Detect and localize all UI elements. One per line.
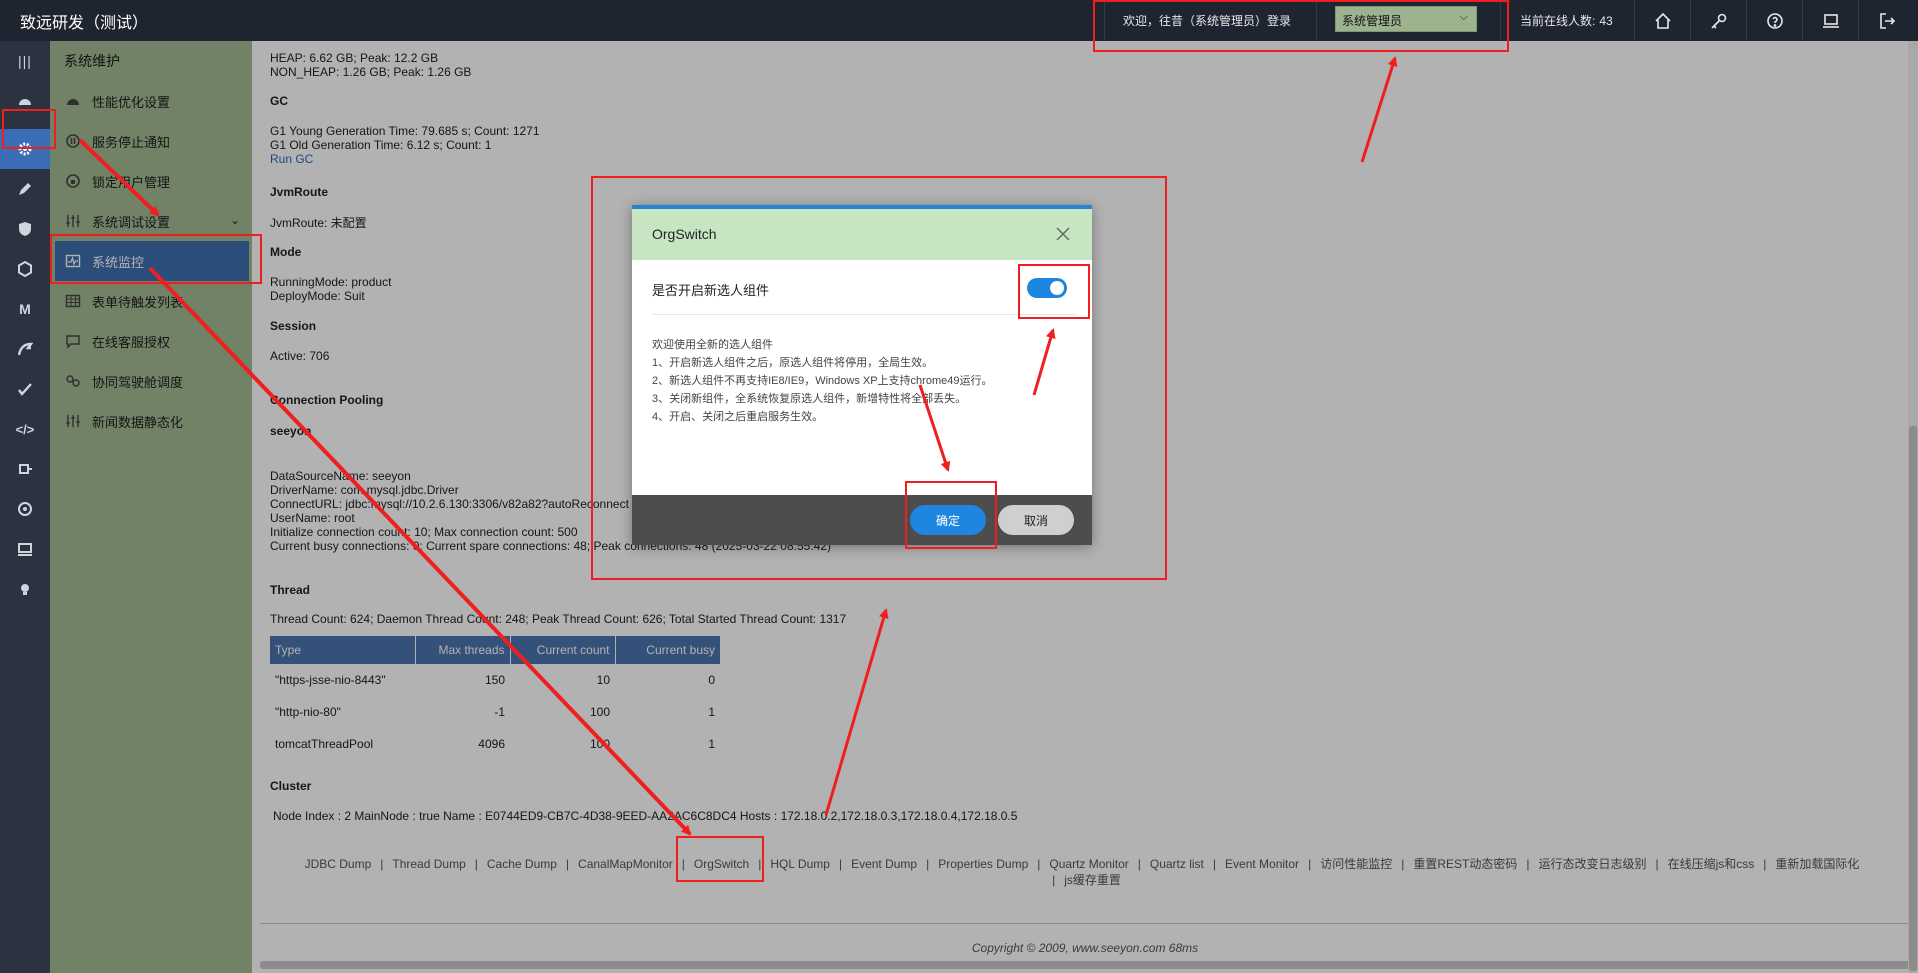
- iconbar-m[interactable]: M: [0, 289, 50, 329]
- logout-button[interactable]: [1858, 0, 1914, 41]
- annotation-box-system-monitor: [50, 234, 262, 284]
- iconbar-network[interactable]: [0, 489, 50, 529]
- app-title: 致远研发（测试）: [20, 15, 149, 32]
- iconbar-flow[interactable]: [0, 329, 50, 369]
- check-pen-icon: [18, 383, 32, 396]
- key-icon: [1710, 13, 1726, 29]
- iconbar-plugin[interactable]: [0, 449, 50, 489]
- annotation-box-user: [1093, 0, 1509, 52]
- curve-icon: [17, 342, 33, 356]
- annotation-box-dialog: [591, 176, 1167, 580]
- annotation-box-toggle: [1018, 264, 1090, 319]
- iconbar-idea[interactable]: [0, 569, 50, 609]
- home-button[interactable]: [1634, 0, 1690, 41]
- monitor-icon: [18, 543, 32, 556]
- laptop-icon: [1822, 13, 1839, 28]
- lightbulb-icon: [21, 584, 29, 595]
- m-letter-icon: M: [19, 301, 31, 317]
- iconbar-check[interactable]: [0, 369, 50, 409]
- shield-icon: [19, 222, 31, 236]
- menu-toggle-button[interactable]: |||: [0, 41, 50, 81]
- iconbar-security[interactable]: [0, 209, 50, 249]
- iconbar-module[interactable]: [0, 249, 50, 289]
- online-number: 43: [1599, 14, 1613, 28]
- plugin-icon: [19, 464, 32, 474]
- hexagon-icon: [18, 261, 32, 277]
- annotation-box-orgswitch: [676, 836, 764, 882]
- top-bar: 致远研发（测试） 欢迎，往昔（系统管理员）登录 系统管理员 ⌵ 当前在线人数: 4…: [0, 0, 1918, 41]
- help-button[interactable]: [1746, 0, 1802, 41]
- help-icon: [1766, 12, 1783, 29]
- annotation-box-settings-icon: [2, 109, 56, 149]
- pencil-icon: [19, 183, 31, 195]
- iconbar-monitor[interactable]: [0, 529, 50, 569]
- online-count: 当前在线人数: 43: [1520, 12, 1613, 29]
- key-button[interactable]: [1690, 0, 1746, 41]
- online-label: 当前在线人数:: [1520, 14, 1596, 28]
- annotation-box-confirm: [905, 481, 997, 549]
- menu-bars-icon: |||: [18, 53, 32, 69]
- icon-bar: ||| M </>: [0, 41, 50, 973]
- network-icon: [18, 502, 32, 516]
- iconbar-edit[interactable]: [0, 169, 50, 209]
- dashboard-icon: [19, 99, 31, 105]
- logout-icon: [1879, 12, 1895, 29]
- code-icon: </>: [15, 421, 35, 437]
- iconbar-code[interactable]: </>: [0, 409, 50, 449]
- home-icon: [1654, 12, 1671, 29]
- desktop-button[interactable]: [1802, 0, 1858, 41]
